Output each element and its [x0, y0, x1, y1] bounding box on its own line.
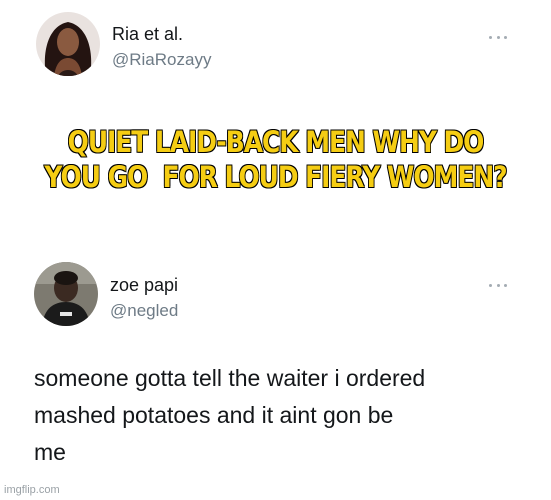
- meme-caption: QUIET LAID-BACK MEN WHY DO YOU GO FOR LO…: [44, 124, 509, 195]
- avatar[interactable]: [36, 12, 100, 76]
- tweet-text: someone gotta tell the waiter i ordered …: [34, 365, 426, 465]
- user-handle[interactable]: @negled: [110, 301, 178, 321]
- display-name[interactable]: zoe papi: [110, 275, 178, 296]
- more-options-icon[interactable]: [489, 34, 507, 40]
- watermark: imgflip.com: [4, 484, 60, 496]
- tweet-card-2: zoe papi @negled someone gotta tell the …: [0, 245, 551, 500]
- display-name[interactable]: Ria et al.: [112, 24, 183, 45]
- profile-photo-man-icon: [34, 262, 98, 326]
- avatar[interactable]: [34, 262, 98, 326]
- user-handle[interactable]: @RiaRozayy: [112, 50, 211, 70]
- profile-photo-woman-icon: [36, 12, 100, 76]
- more-options-icon[interactable]: [489, 282, 507, 288]
- tweet-card-1: Ria et al. @RiaRozayy QUIET LAID-BACK ME…: [0, 0, 551, 240]
